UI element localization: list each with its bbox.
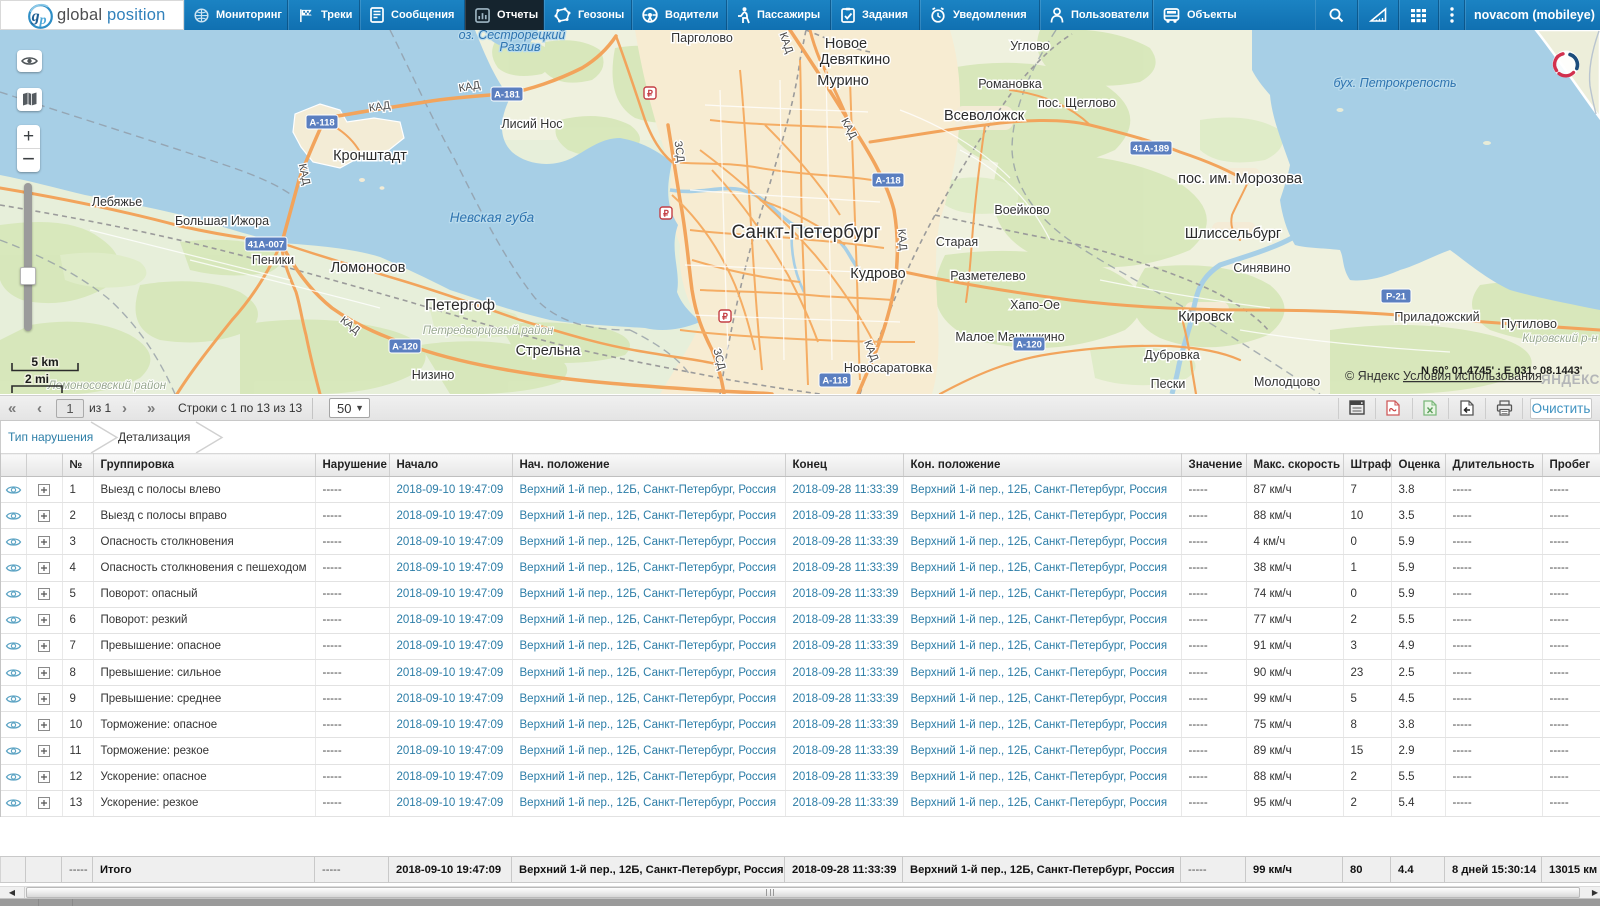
svg-text:пос. им. Морозова: пос. им. Морозова: [1178, 171, 1303, 187]
svg-text:Пеники: Пеники: [252, 253, 294, 267]
svg-text:Синявино: Синявино: [1233, 261, 1290, 275]
svg-text:p: p: [39, 13, 47, 28]
svg-text:Новосаратовка: Новосаратовка: [844, 361, 932, 375]
svg-text:Всеволожск: Всеволожск: [944, 108, 1025, 124]
svg-text:Шлиссельбург: Шлиссельбург: [1185, 226, 1281, 242]
svg-text:41А-189: 41А-189: [1133, 144, 1169, 155]
svg-text:Молодцово: Молодцово: [1254, 375, 1320, 389]
svg-text:А-181: А-181: [494, 90, 521, 101]
svg-text:Кронштадт: Кронштадт: [333, 148, 407, 164]
svg-text:Малое Манушкино: Малое Манушкино: [955, 330, 1064, 344]
svg-text:Большая Ижора: Большая Ижора: [175, 214, 269, 228]
svg-text:ЗСД: ЗСД: [710, 347, 727, 372]
svg-text:Лисий Нос: Лисий Нос: [501, 117, 562, 131]
svg-text:КАД: КАД: [838, 116, 859, 141]
svg-text:бух. Петрокрепость: бух. Петрокрепость: [1333, 76, 1456, 90]
svg-text:Воейково: Воейково: [994, 203, 1049, 217]
svg-text:41А-007: 41А-007: [248, 240, 284, 251]
svg-text:Мурино: Мурино: [817, 73, 869, 89]
svg-text:КАД: КАД: [338, 314, 363, 337]
svg-text:₽: ₽: [647, 89, 653, 99]
svg-text:КАД: КАД: [296, 163, 312, 187]
svg-text:Углово: Углово: [1010, 39, 1050, 53]
svg-text:Лебяжье: Лебяжье: [92, 195, 143, 209]
svg-text:Разметелево: Разметелево: [950, 269, 1025, 283]
svg-text:₽: ₽: [663, 209, 669, 219]
svg-text:А-120: А-120: [1016, 340, 1042, 351]
svg-text:КАД: КАД: [776, 31, 795, 56]
svg-text:КАД: КАД: [861, 339, 880, 364]
svg-text:Пески: Пески: [1151, 377, 1186, 391]
svg-text:Кудрово: Кудрово: [850, 266, 905, 282]
svg-text:5 km: 5 km: [31, 355, 58, 369]
svg-text:ЗСД: ЗСД: [672, 140, 687, 164]
svg-text:Стрельна: Стрельна: [516, 343, 582, 359]
svg-text:Парголово: Парголово: [671, 31, 733, 45]
svg-text:Приладожский: Приладожский: [1394, 310, 1479, 324]
svg-text:Старая: Старая: [936, 235, 978, 249]
svg-text:Путилово: Путилово: [1501, 317, 1557, 331]
svg-text:ЯНДЕКС: ЯНДЕКС: [1541, 372, 1600, 387]
svg-text:Романовка: Романовка: [978, 77, 1042, 91]
svg-text:© Яндекс: © Яндекс: [1345, 369, 1400, 383]
svg-text:Петредворцовый район: Петредворцовый район: [423, 325, 554, 337]
svg-text:Кировский р-н: Кировский р-н: [1522, 333, 1598, 345]
svg-text:КАД: КАД: [895, 228, 909, 251]
svg-text:пос. Щеглово: пос. Щеглово: [1038, 96, 1116, 110]
svg-text:КАД: КАД: [458, 79, 482, 95]
svg-text:₽: ₽: [722, 312, 728, 322]
svg-text:А-118: А-118: [309, 118, 334, 129]
svg-text:Ломоносов: Ломоносов: [331, 260, 406, 276]
svg-text:Дубровка: Дубровка: [1144, 348, 1200, 362]
svg-text:Невская губа: Невская губа: [450, 210, 535, 225]
svg-text:Петергоф: Петергоф: [425, 297, 495, 314]
svg-text:g: g: [31, 8, 40, 25]
svg-text:Низино: Низино: [412, 368, 455, 382]
svg-text:КАД: КАД: [368, 100, 392, 115]
svg-text:Кировск: Кировск: [1178, 309, 1232, 325]
svg-text:Санкт-Петербург: Санкт-Петербург: [731, 222, 880, 243]
svg-text:Новое: Новое: [825, 36, 867, 52]
svg-text:Девяткино: Девяткино: [820, 52, 890, 68]
svg-text:А-118: А-118: [875, 176, 900, 187]
svg-text:Р-21: Р-21: [1386, 292, 1407, 303]
svg-text:А-120: А-120: [392, 342, 418, 353]
svg-text:А-118: А-118: [822, 376, 847, 387]
svg-text:2 mi: 2 mi: [25, 372, 49, 386]
svg-text:Хапо-Ое: Хапо-Ое: [1010, 298, 1060, 312]
svg-text:Разлив: Разлив: [499, 40, 541, 54]
